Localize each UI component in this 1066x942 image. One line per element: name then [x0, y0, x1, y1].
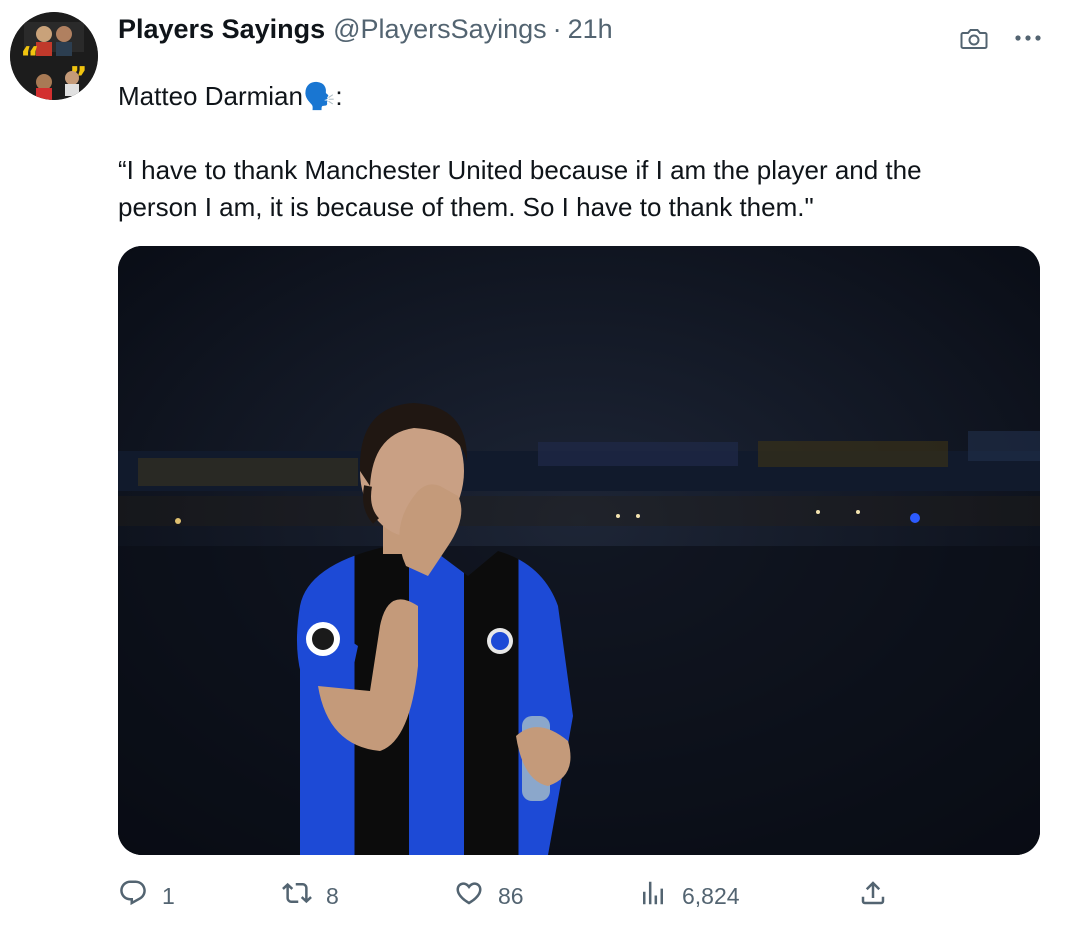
tweet-photo[interactable] — [118, 246, 1040, 855]
reply-count: 1 — [162, 882, 175, 909]
avatar[interactable]: “ ” — [10, 12, 98, 100]
tweet-text-line: Matteo Darmian🗣️: — [118, 81, 343, 111]
views-count: 6,824 — [682, 882, 740, 909]
like-count: 86 — [498, 882, 524, 909]
header-separator: · — [552, 13, 562, 44]
top-actions — [960, 26, 1042, 50]
tweet-text: Matteo Darmian🗣️: “I have to thank Manch… — [118, 78, 1038, 226]
views-icon — [638, 878, 668, 914]
tweet[interactable]: “ ” Players Sayings @PlayersSayings · 21… — [0, 0, 1066, 942]
svg-text:“: “ — [20, 41, 40, 76]
player-photo — [118, 246, 1040, 855]
views-button[interactable]: 6,824 — [638, 870, 740, 922]
reply-icon — [118, 878, 148, 914]
retweet-icon — [282, 878, 312, 914]
retweet-count: 8 — [326, 882, 339, 909]
share-button[interactable] — [858, 870, 888, 922]
like-button[interactable]: 86 — [454, 870, 524, 922]
reply-button[interactable]: 1 — [118, 870, 175, 922]
more-icon[interactable] — [1014, 33, 1042, 43]
author-name[interactable]: Players Sayings — [118, 14, 325, 45]
tweet-text-line: “I have to thank Manchester United becau… — [118, 155, 922, 185]
avatar-image: “ ” — [10, 12, 98, 100]
tweet-header: Players Sayings @PlayersSayings · 21h — [118, 12, 613, 46]
tweet-text-line: person I am, it is because of them. So I… — [118, 192, 814, 222]
author-handle[interactable]: @PlayersSayings — [333, 14, 547, 45]
timestamp[interactable]: 21h — [568, 14, 613, 45]
tweet-actions: 1 8 86 6,824 — [118, 870, 918, 922]
share-icon — [858, 878, 888, 914]
retweet-button[interactable]: 8 — [282, 870, 339, 922]
camera-icon[interactable] — [960, 26, 988, 50]
like-icon — [454, 878, 484, 914]
